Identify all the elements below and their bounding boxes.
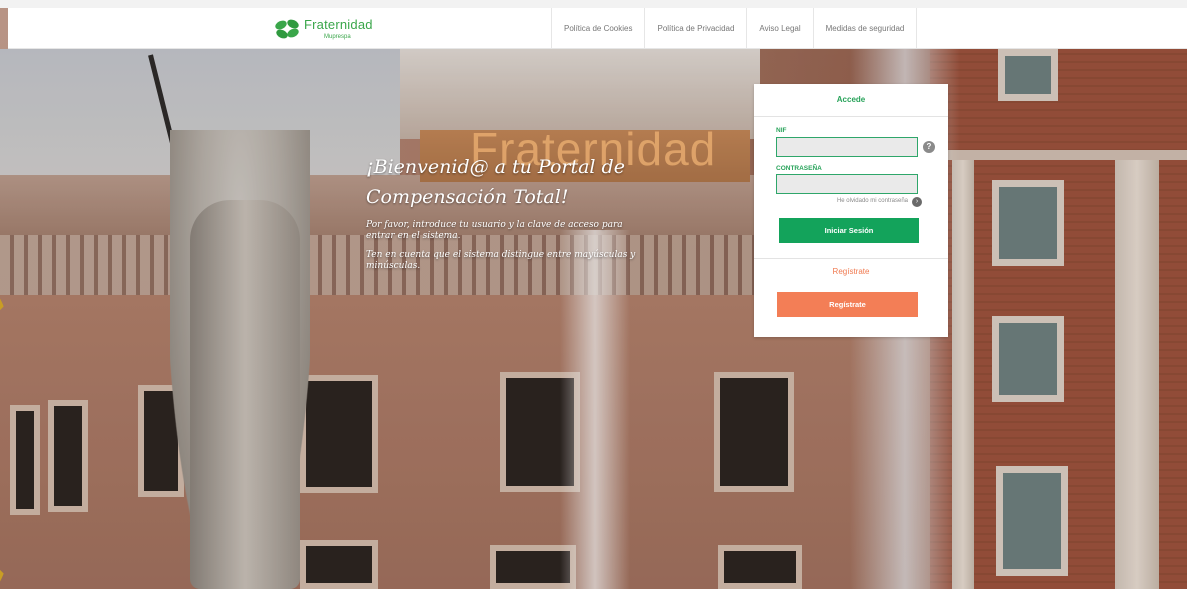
top-strip xyxy=(0,0,1187,8)
header-nav: Política de Cookies Política de Privacid… xyxy=(551,8,918,49)
welcome-title: ¡Bienvenid@ a tu Portal de Compensación … xyxy=(366,156,625,208)
background-photo: Fraternidad xyxy=(0,0,1187,589)
nif-label: NIF xyxy=(776,127,787,134)
login-button[interactable]: Iniciar Sesión xyxy=(779,218,919,243)
welcome-instructions: Por favor, introduce tu usuario y la cla… xyxy=(366,220,623,241)
chevron-right-icon[interactable]: › xyxy=(912,197,922,207)
logo-name: Fraternidad xyxy=(304,17,373,32)
login-panel: Accede NIF ? CONTRASEÑA He olvidado mi c… xyxy=(754,84,948,337)
login-title: Accede xyxy=(836,95,866,104)
password-input[interactable] xyxy=(776,174,918,194)
divider xyxy=(754,258,948,259)
nav-privacy-policy[interactable]: Política de Privacidad xyxy=(645,8,748,49)
nav-legal-notice[interactable]: Aviso Legal xyxy=(747,8,814,49)
logo-subtitle: Muprespa xyxy=(324,34,351,40)
nav-cookies-policy[interactable]: Política de Cookies xyxy=(552,8,646,49)
welcome-message: ¡Bienvenid@ a tu Portal de Compensación … xyxy=(366,152,646,272)
register-title: Regístrate xyxy=(832,267,870,276)
site-header: Fraternidad Muprespa Política de Cookies… xyxy=(8,8,1187,49)
logo-icon xyxy=(275,19,299,39)
password-label: CONTRASEÑA xyxy=(776,165,822,172)
logo[interactable]: Fraternidad Muprespa xyxy=(272,16,382,42)
divider xyxy=(754,116,948,117)
help-icon[interactable]: ? xyxy=(923,141,935,153)
register-button[interactable]: Regístrate xyxy=(777,292,918,317)
nif-input[interactable] xyxy=(776,137,918,157)
forgot-password-link[interactable]: He olvidado mi contraseña xyxy=(776,198,908,204)
nav-security-measures[interactable]: Medidas de seguridad xyxy=(814,8,918,49)
welcome-case-note: Ten en cuenta que el sistema distingue e… xyxy=(366,250,636,271)
